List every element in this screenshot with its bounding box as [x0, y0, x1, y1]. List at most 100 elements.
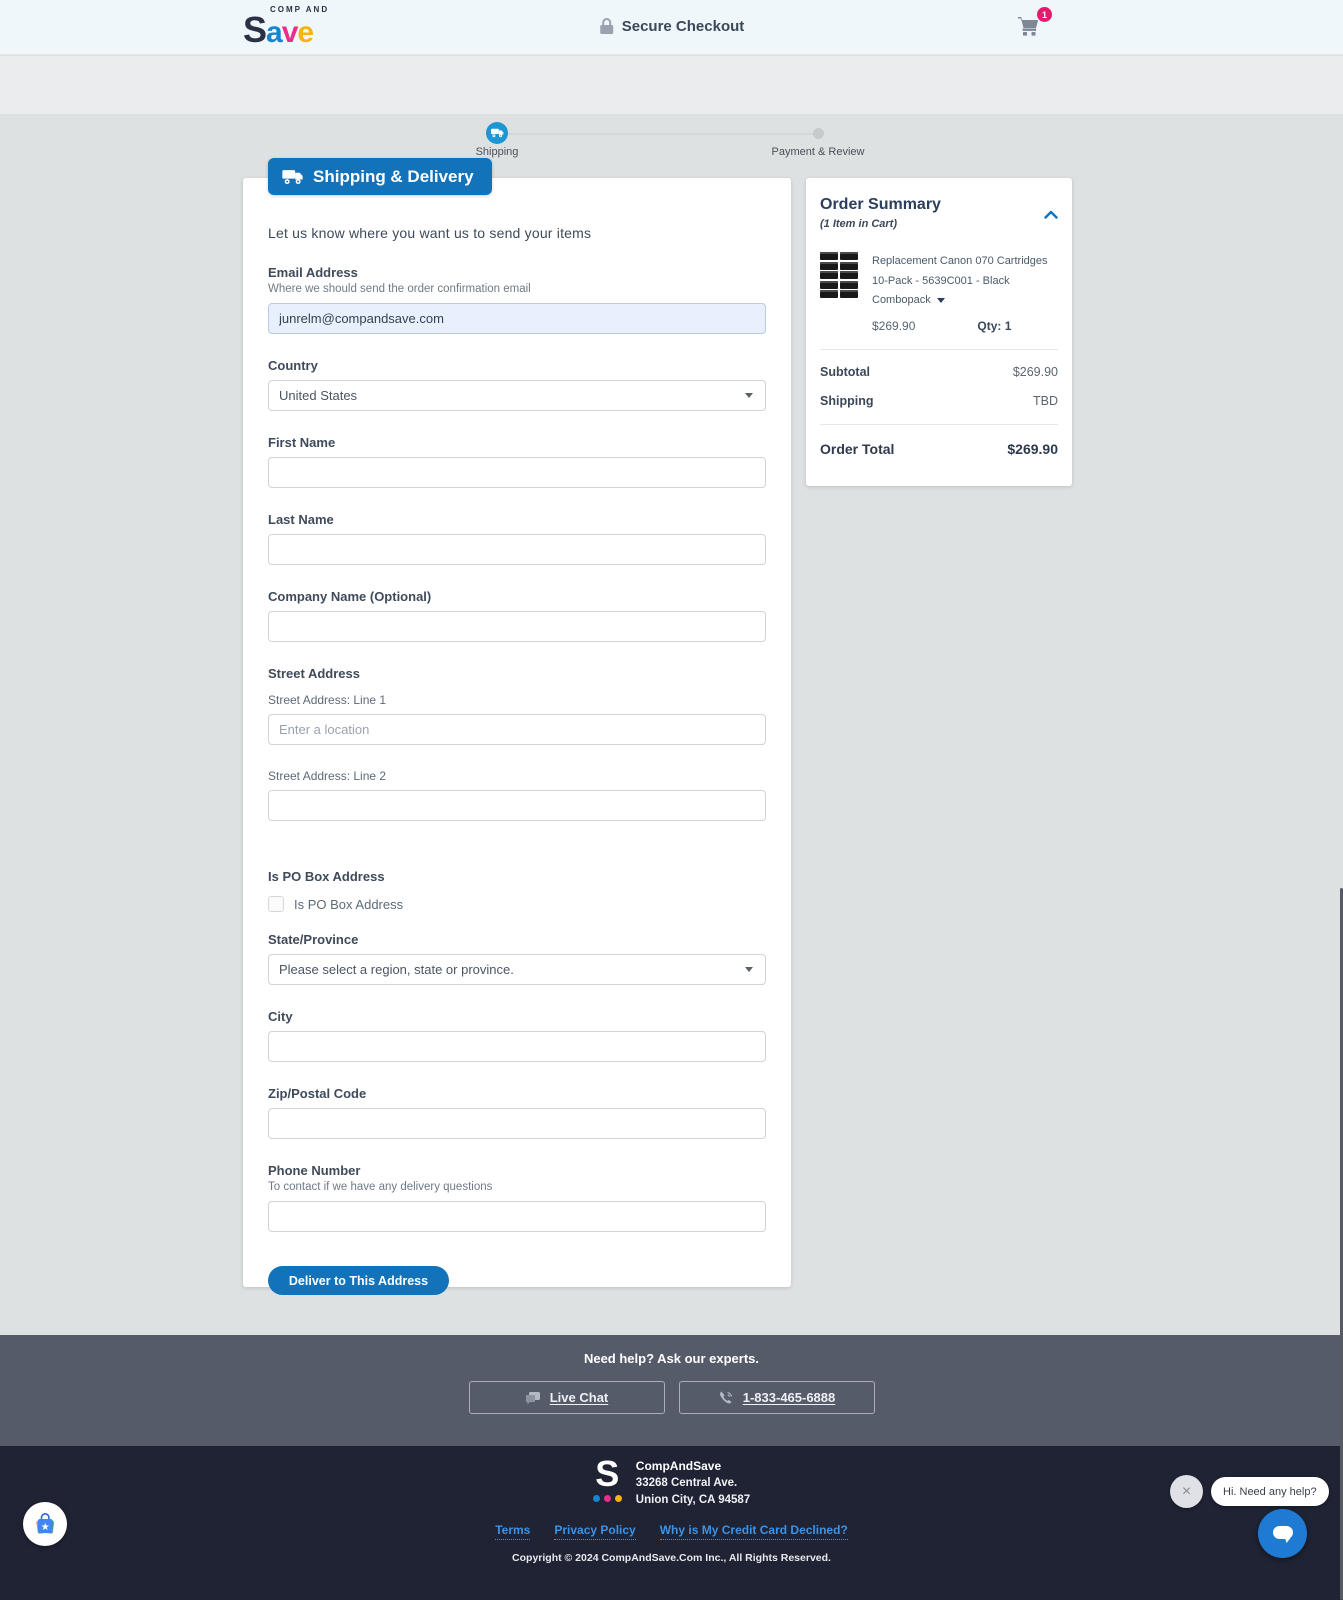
po-box-group: Is PO Box Address Is PO Box Address — [268, 869, 766, 912]
footer-logo-letter: S — [593, 1456, 622, 1492]
form-intro-text: Let us know where you want us to send yo… — [268, 225, 766, 241]
footer-logo-dots — [593, 1495, 622, 1502]
chat-bubble-icon — [1271, 1523, 1295, 1545]
email-field[interactable] — [268, 303, 766, 334]
company-field[interactable] — [268, 611, 766, 642]
chat-icon — [525, 1391, 541, 1405]
summary-divider — [820, 424, 1058, 425]
footer-logo: S — [593, 1456, 622, 1509]
state-select[interactable]: Please select a region, state or provinc… — [268, 954, 766, 985]
company-label: Company Name (Optional) — [268, 589, 766, 604]
chat-dismiss-button[interactable]: × — [1170, 1475, 1203, 1508]
privacy-policy-link[interactable]: Privacy Policy — [554, 1523, 635, 1540]
po-box-checkbox[interactable] — [268, 896, 284, 912]
street-line2-field[interactable] — [268, 790, 766, 821]
item-price: $269.90 — [872, 319, 915, 333]
phone-group: Phone Number To contact if we have any d… — [268, 1163, 766, 1232]
email-hint: Where we should send the order confirmat… — [268, 283, 766, 295]
zip-group: Zip/Postal Code — [268, 1086, 766, 1139]
street-line2-group: Street Address: Line 2 — [268, 769, 766, 821]
form-body: Let us know where you want us to send yo… — [243, 178, 791, 1295]
last-name-field[interactable] — [268, 534, 766, 565]
last-name-label: Last Name — [268, 512, 766, 527]
product-name-text: Replacement Canon 070 Cartridges 10-Pack… — [872, 255, 1048, 306]
chat-greeting-pill[interactable]: Hi. Need any help? — [1211, 1477, 1329, 1506]
step-shipping-label: Shipping — [476, 146, 519, 158]
live-chat-label: Live Chat — [550, 1390, 609, 1405]
footer: S CompAndSave 33268 Central Ave. Union C… — [0, 1446, 1343, 1600]
cart-button[interactable]: 1 — [1014, 13, 1046, 43]
chevron-down-icon — [745, 967, 753, 972]
first-name-group: First Name — [268, 435, 766, 488]
order-summary-card: Order Summary (1 Item in Cart) Replaceme… — [806, 178, 1072, 486]
footer-brand: S CompAndSave 33268 Central Ave. Union C… — [0, 1446, 1343, 1509]
po-box-checkbox-row[interactable]: Is PO Box Address — [268, 896, 766, 912]
phone-number-label: 1-833-465-6888 — [743, 1390, 836, 1405]
shipping-delivery-tab: Shipping & Delivery — [268, 158, 492, 195]
street-address-label: Street Address — [268, 666, 766, 681]
country-group: Country United States — [268, 358, 766, 411]
cart-count-badge: 1 — [1037, 7, 1052, 22]
state-placeholder: Please select a region, state or provinc… — [279, 962, 514, 977]
item-qty: Qty: 1 — [977, 319, 1011, 333]
chevron-up-icon[interactable] — [1044, 210, 1058, 219]
step-payment-indicator[interactable] — [813, 128, 824, 139]
zip-field[interactable] — [268, 1108, 766, 1139]
deliver-to-this-address-button[interactable]: Deliver to This Address — [268, 1266, 449, 1295]
phone-label: Phone Number — [268, 1163, 766, 1178]
lock-icon — [599, 17, 614, 35]
chat-greeting-text: Hi. Need any help? — [1223, 1486, 1317, 1498]
close-icon: × — [1182, 1483, 1191, 1501]
checkout-page: COMP AND Save Secure Checkout 1 Shipping… — [0, 0, 1343, 1600]
footer-address: CompAndSave 33268 Central Ave. Union Cit… — [636, 1456, 750, 1509]
phone-button[interactable]: 1-833-465-6888 — [679, 1381, 875, 1414]
shipping-label: Shipping — [820, 394, 873, 408]
order-summary-title: Order Summary — [820, 196, 1058, 214]
help-band: Need help? Ask our experts. Live Chat 1-… — [0, 1335, 1343, 1446]
panel-title: Shipping & Delivery — [313, 167, 474, 187]
po-box-label: Is PO Box Address — [268, 869, 766, 884]
footer-address-line2: Union City, CA 94587 — [636, 1492, 750, 1509]
compandsave-logo[interactable]: COMP AND Save — [243, 6, 329, 48]
city-label: City — [268, 1009, 766, 1024]
state-label: State/Province — [268, 932, 766, 947]
step-payment-label: Payment & Review — [772, 146, 865, 158]
step-shipping-indicator[interactable] — [486, 122, 508, 144]
secure-checkout-label: Secure Checkout — [622, 18, 745, 35]
city-field[interactable] — [268, 1031, 766, 1062]
footer-company-name: CompAndSave — [636, 1458, 750, 1475]
order-total-value: $269.90 — [1007, 441, 1058, 457]
live-chat-button[interactable]: Live Chat — [469, 1381, 665, 1414]
product-thumbnail — [820, 252, 858, 298]
phone-field[interactable] — [268, 1201, 766, 1232]
terms-link[interactable]: Terms — [495, 1523, 530, 1540]
credit-card-declined-link[interactable]: Why is My Credit Card Declined? — [660, 1523, 848, 1540]
first-name-label: First Name — [268, 435, 766, 450]
country-label: Country — [268, 358, 766, 373]
truck-icon — [282, 169, 304, 185]
progress-line — [507, 133, 815, 135]
order-total-row: Order Total $269.90 — [820, 441, 1058, 457]
summary-divider — [820, 349, 1058, 350]
chevron-down-icon[interactable] — [937, 298, 945, 303]
street-address-heading-group: Street Address — [268, 666, 766, 681]
phone-icon — [718, 1390, 734, 1406]
order-summary-subtitle: (1 Item in Cart) — [820, 218, 1058, 230]
google-reviews-badge[interactable]: ★ — [23, 1502, 67, 1546]
chat-launcher-button[interactable] — [1258, 1509, 1307, 1558]
subtotal-value: $269.90 — [1013, 365, 1058, 379]
email-group: Email Address Where we should send the o… — [268, 265, 766, 334]
street-line1-field[interactable] — [268, 714, 766, 745]
street-line1-label: Street Address: Line 1 — [268, 693, 766, 707]
shopping-bag-icon: ★ — [32, 1511, 58, 1537]
logo-word: Save — [243, 12, 329, 48]
phone-hint: To contact if we have any delivery quest… — [268, 1181, 766, 1193]
footer-address-line1: 33268 Central Ave. — [636, 1475, 750, 1492]
help-title: Need help? Ask our experts. — [0, 1335, 1343, 1366]
email-label: Email Address — [268, 265, 766, 280]
copyright-text: Copyright © 2024 CompAndSave.Com Inc., A… — [0, 1552, 1343, 1564]
first-name-field[interactable] — [268, 457, 766, 488]
secure-checkout-title: Secure Checkout — [599, 17, 745, 35]
street-line1-group: Street Address: Line 1 — [268, 693, 766, 745]
country-select[interactable]: United States — [268, 380, 766, 411]
